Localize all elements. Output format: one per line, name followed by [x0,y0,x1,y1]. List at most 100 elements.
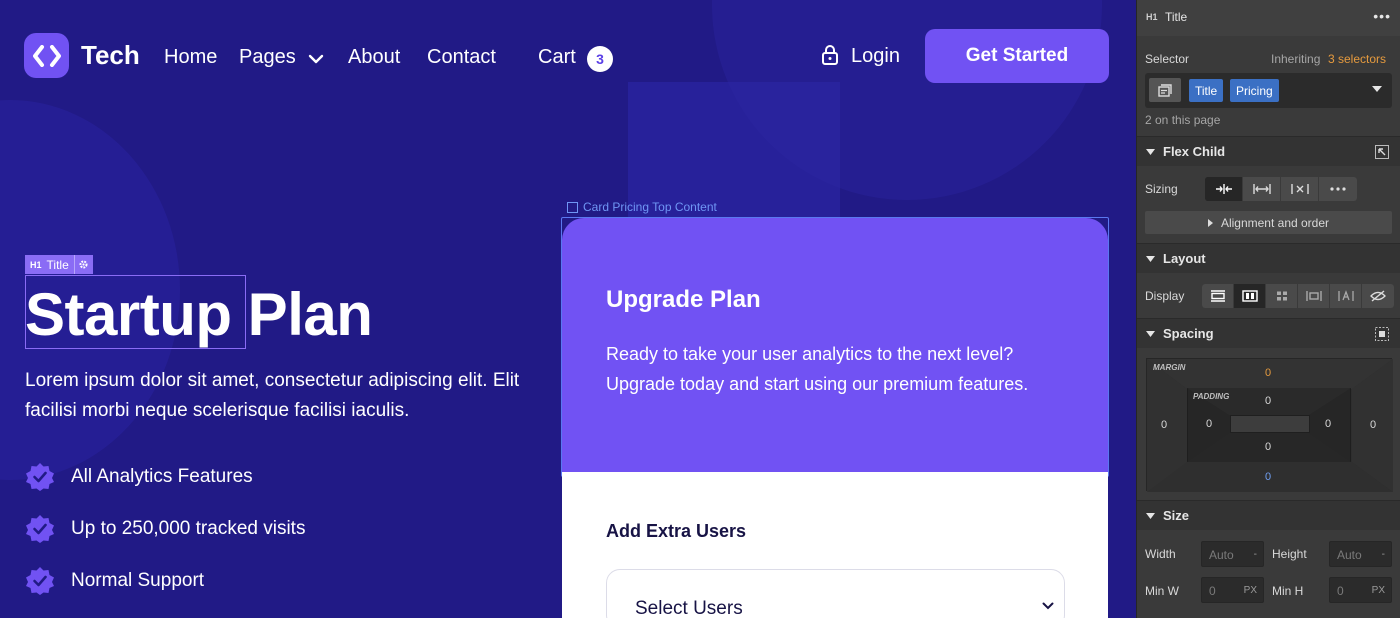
min-width-label: Min W [1145,584,1179,598]
sizing-none-button[interactable] [1281,177,1319,201]
verified-badge-icon [26,463,54,491]
margin-bottom-value[interactable]: 0 [1265,471,1271,483]
padding-top-value[interactable]: 0 [1265,395,1271,407]
nav-link-about[interactable]: About [348,46,400,69]
height-unit[interactable]: - [1382,549,1385,560]
feature-item: All Analytics Features [25,462,253,492]
selector-usage-count: 2 on this page [1145,113,1221,127]
section-header-flex-child[interactable]: Flex Child [1137,136,1400,166]
caret-down-icon[interactable] [1372,86,1382,92]
feature-label: Normal Support [71,570,205,591]
selector-chip-pricing[interactable]: Pricing [1230,79,1279,102]
display-inline-block-icon [1305,291,1322,301]
selected-element-tag[interactable]: H1 Title [25,255,93,274]
sizing-segmented-control[interactable] [1205,177,1357,201]
chevron-down-icon[interactable] [308,54,324,64]
section-title: Size [1163,508,1190,523]
width-input[interactable]: Auto - [1201,541,1264,567]
go-to-parent-icon[interactable] [1375,145,1389,159]
margin-left-value[interactable]: 0 [1161,419,1167,431]
select-users-dropdown[interactable]: Select Users [606,569,1065,618]
nav-link-contact[interactable]: Contact [427,46,496,69]
spacing-presets-icon[interactable] [1375,327,1389,341]
sizing-label: Sizing [1145,182,1178,196]
height-input[interactable]: Auto - [1329,541,1392,567]
cart-count-badge: 3 [587,46,613,72]
extra-users-title: Add Extra Users [606,521,747,541]
gear-icon[interactable] [73,255,93,274]
spacing-editor[interactable]: MARGIN 0 0 0 0 PADDING 0 0 0 0 [1146,358,1393,492]
margin-label: MARGIN [1153,363,1186,372]
feature-label: Up to 250,000 tracked visits [71,518,306,539]
selector-preset-button[interactable] [1149,78,1181,102]
section-header-size[interactable]: Size [1137,500,1400,530]
min-height-unit[interactable]: PX [1372,585,1385,596]
min-height-input[interactable]: 0 PX [1329,577,1392,603]
display-flex-icon [1241,290,1258,302]
padding-label: PADDING [1193,392,1230,401]
section-header-spacing[interactable]: Spacing [1137,318,1400,348]
padding-bottom-value[interactable]: 0 [1265,441,1271,453]
selected-element-name: Title [1165,10,1188,24]
section-header-layout[interactable]: Layout [1137,243,1400,273]
sizing-shrink-button[interactable] [1205,177,1243,201]
padding-left-value[interactable]: 0 [1206,418,1212,430]
inheriting-selectors-link[interactable]: 3 selectors [1328,52,1386,66]
selector-chip-title[interactable]: Title [1189,79,1224,102]
padding-area[interactable]: PADDING 0 0 0 0 [1187,388,1351,462]
collapse-caret-icon [1146,149,1155,155]
display-block-button[interactable] [1202,284,1234,308]
select-users-value: Select Users [635,598,743,618]
get-started-button[interactable]: Get Started [925,29,1109,83]
no-shrink-icon [1290,184,1309,194]
collapse-caret-icon [1146,331,1155,337]
alignment-and-order-label: Alignment and order [1220,215,1330,230]
selector-label: Selector [1145,52,1190,66]
more-options-icon[interactable]: ••• [1373,8,1391,24]
lock-icon[interactable] [821,44,839,66]
section-title: Layout [1163,251,1206,266]
shrink-icon [1215,184,1232,194]
heading-tag-icon: H1 [30,259,42,270]
margin-right-value[interactable]: 0 [1370,419,1376,431]
code-brackets-icon [32,44,61,67]
height-label: Height [1272,547,1307,561]
selector-field[interactable]: Title Pricing [1145,73,1392,108]
logo-text[interactable]: Tech [81,40,140,71]
display-segmented-control[interactable] [1202,284,1394,308]
designer-canvas[interactable]: Tech Home Pages About Contact Cart 3 Log… [0,0,1136,618]
feature-item: Normal Support [25,566,204,596]
min-width-unit[interactable]: PX [1244,585,1257,596]
panel-header: H1 Title ••• [1137,0,1400,36]
nav-link-home[interactable]: Home [164,46,217,69]
display-grid-button[interactable] [1266,284,1298,308]
grow-icon [1252,184,1271,194]
display-block-icon [1210,290,1225,302]
nav-link-cart[interactable]: Cart [538,46,576,69]
display-none-button[interactable] [1362,284,1394,308]
element-hover-label: Card Pricing Top Content [567,200,717,214]
logo-icon[interactable] [24,33,69,78]
margin-top-value[interactable]: 0 [1265,367,1271,379]
card-title: Upgrade Plan [606,286,761,313]
padding-right-value[interactable]: 0 [1325,418,1331,430]
width-unit[interactable]: - [1254,549,1257,560]
display-flex-button[interactable] [1234,284,1266,308]
content-box [1230,415,1310,433]
display-inline-button[interactable] [1330,284,1362,308]
style-presets-icon [1158,83,1172,97]
login-link[interactable]: Login [851,45,900,68]
hero-description: Lorem ipsum dolor sit amet, consectetur … [25,370,520,421]
sizing-grow-button[interactable] [1243,177,1281,201]
verified-badge-icon [26,515,54,543]
display-label: Display [1145,289,1185,303]
alignment-and-order-toggle[interactable]: Alignment and order [1145,211,1392,234]
heading-tag-icon: H1 [1146,12,1158,22]
sizing-more-button[interactable] [1319,177,1357,201]
min-width-input[interactable]: 0 PX [1201,577,1264,603]
width-value: Auto [1209,548,1234,562]
style-panel: H1 Title ••• Selector Inheriting 3 selec… [1136,0,1400,618]
display-inline-block-button[interactable] [1298,284,1330,308]
nav-link-pages[interactable]: Pages [239,46,296,69]
min-height-value: 0 [1337,584,1344,598]
